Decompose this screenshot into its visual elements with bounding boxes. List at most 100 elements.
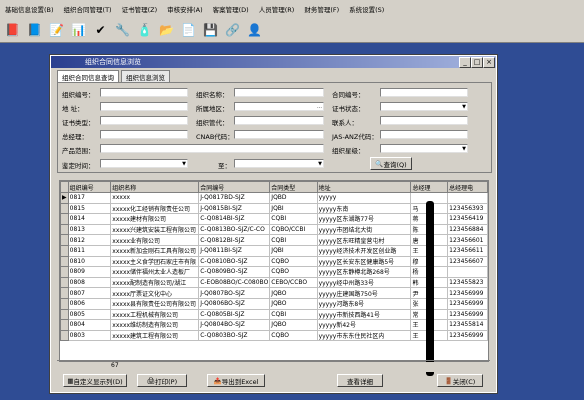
table-cell: C-Q0812BI-SJZ xyxy=(198,234,271,246)
cert-type-input[interactable] xyxy=(100,116,188,125)
query-form: 组织编号： 组织名称： 合同编号： 地 址： 所属地区： … 证书状态： ▼ 证… xyxy=(57,82,492,173)
org-manager-input[interactable] xyxy=(234,116,324,125)
view-detail-button[interactable]: 查看详细 xyxy=(337,374,383,387)
table-row[interactable]: 0815 xxxxx化工经销有限责任公司 J-Q0815BI-SJZ JQBI yyyy… xyxy=(60,202,488,215)
contract-no-label: 合同编号： xyxy=(332,91,365,99)
menu-item-6[interactable]: 财务管理(F) xyxy=(299,4,344,14)
close-window-button[interactable]: × xyxy=(483,57,495,68)
query-button[interactable]: 🔍 查询(Q) xyxy=(370,157,412,170)
org-name-input[interactable] xyxy=(234,88,324,97)
table-cell: CEBO/CCBO xyxy=(269,277,318,289)
table-cell: 123456419 xyxy=(447,213,488,225)
menu-item-4[interactable]: 客案管理(D) xyxy=(208,4,254,14)
table-cell: 0812 xyxy=(68,234,112,246)
table-row[interactable]: 0813 xxxxx兴建筑安装工程有限公司 C-Q0813BO-SJZ/C-CO CQ… xyxy=(60,223,488,236)
contract-no-input[interactable] xyxy=(380,88,468,97)
sign-time-from[interactable]: ▼ xyxy=(100,159,188,168)
table-cell: 0810 xyxy=(68,256,112,268)
address-input[interactable] xyxy=(100,102,188,111)
table-row[interactable]: 0805 xxxxx工程机械有限公司 C-Q0805BI-SJZ CQBI yyyyy市… xyxy=(60,308,488,321)
menu-item-5[interactable]: 人员管理(R) xyxy=(254,4,300,14)
jas-code-input[interactable] xyxy=(380,130,468,139)
toolbar-save-icon[interactable]: 💾 xyxy=(201,20,220,40)
contact-input[interactable] xyxy=(380,116,468,125)
toolbar-bottle-icon[interactable]: 🧴 xyxy=(135,20,154,40)
org-no-input[interactable] xyxy=(100,88,188,97)
toolbar-contract-icon[interactable]: 📕 xyxy=(3,20,22,40)
table-cell: 123456999 xyxy=(447,298,488,310)
sign-time-to[interactable]: ▼ xyxy=(234,159,324,168)
contract-table: 组织编号 组织名称 合同编号 合同类型 地址 总经理 总经理电 ▶ 0817 xxxxx J-Q0… xyxy=(60,181,488,342)
toolbar-tools-icon[interactable]: 🔧 xyxy=(113,20,132,40)
print-button[interactable]: 🖨 打印(P) xyxy=(137,374,187,387)
menu-item-3[interactable]: 审核安排(A) xyxy=(162,4,208,14)
toolbar-folder-icon[interactable]: 📂 xyxy=(157,20,176,40)
column-header[interactable]: 总经理 xyxy=(410,181,449,193)
column-header[interactable]: 合同类型 xyxy=(269,181,318,193)
export-excel-button[interactable]: 📤 导出到Excel xyxy=(207,374,265,387)
table-cell: J-Q0806BO-SJZ xyxy=(198,298,271,310)
table-cell: C-Q0809BO-SJZ xyxy=(198,266,271,278)
table-row[interactable]: 0810 xxxxx主义食学团石家庄市有限 C-Q0810BO-SJZ CQBO yyy… xyxy=(60,255,488,268)
chevron-down-icon[interactable]: ▼ xyxy=(462,145,466,153)
table-row[interactable]: ▶ 0817 xxxxx J-Q0817BD-SJZ JQBD yyyyy xyxy=(60,192,488,204)
toolbar-edit-icon[interactable]: 📝 xyxy=(47,20,66,40)
menu-item-2[interactable]: 证书管理(Z) xyxy=(117,4,163,14)
toolbar-check-icon[interactable]: ✔ xyxy=(91,20,110,40)
table-cell: C-Q0814BI-SJZ xyxy=(198,213,271,225)
table-cell: yyyyy市团结北大街 xyxy=(317,224,412,236)
table-row[interactable]: 0809 xxxxx储伴福州太业人造板厂 C-Q0809BO-SJZ CQBO yyyy… xyxy=(60,266,488,278)
toolbar-chart-icon[interactable]: 📊 xyxy=(69,20,88,40)
table-row[interactable]: 0814 xxxxx建材有限公司 C-Q0814BI-SJZ CQBI yyyyy区东湖… xyxy=(60,213,488,225)
product-scope-input[interactable] xyxy=(100,144,324,153)
table-cell: xxxxx兴建筑安装工程有限公司 xyxy=(110,224,200,236)
table-cell: xxxxx业有限公司 xyxy=(110,234,200,246)
column-header[interactable]: 组织编号 xyxy=(67,181,112,193)
window-title: 组织合同信息浏览 xyxy=(85,58,141,66)
row-pointer xyxy=(60,297,69,310)
ellipsis-icon[interactable]: … xyxy=(317,103,322,111)
bottom-button-bar: ▦ 自定义显示列(D) 🖨 打印(P) 📤 导出到Excel 查看详细 🚪 关闭(C) xyxy=(57,360,490,389)
row-pointer-header xyxy=(60,181,69,193)
menu-item-7[interactable]: 系统设置(S) xyxy=(344,4,389,14)
cert-status-select[interactable]: ▼ xyxy=(380,102,468,111)
table-cell: yyyyy河路东8号 xyxy=(317,298,412,310)
column-header[interactable]: 地址 xyxy=(316,181,412,193)
table-row[interactable]: 0804 xxxxx维纺制造有限公司 J-Q0804BO-SJZ JQBO yyyyy新… xyxy=(60,319,488,331)
minimize-button[interactable]: _ xyxy=(459,57,471,68)
table-row[interactable]: 0811 xxxxx新加金刚石工具有限公司 J-Q0811BI-SJZ JQBI yyy… xyxy=(60,244,488,257)
close-button[interactable]: 🚪 关闭(C) xyxy=(437,374,483,387)
row-pointer xyxy=(60,266,69,278)
toolbar-link-icon[interactable]: 🔗 xyxy=(223,20,242,40)
cnab-code-input[interactable] xyxy=(234,130,324,139)
maximize-button[interactable]: □ xyxy=(471,57,483,68)
sign-time-label: 鉴定时间： xyxy=(62,162,95,170)
table-cell: C-Q0803BO-SJZ xyxy=(198,330,271,342)
toolbar-book-icon[interactable]: 📘 xyxy=(25,20,44,40)
menu-item-1[interactable]: 组织合同管理(T) xyxy=(59,4,117,14)
region-input[interactable]: … xyxy=(234,102,324,111)
column-header[interactable]: 组织名称 xyxy=(110,181,200,193)
table-cell: JQBD xyxy=(269,192,318,204)
column-header[interactable]: 总经理电 xyxy=(447,181,488,193)
chevron-down-icon[interactable]: ▼ xyxy=(318,160,322,168)
table-row[interactable]: 0807 xxxxx厅票证文化中心 J-Q0807BO-SJZ JQBO yyyyy庄建… xyxy=(60,287,488,299)
toolbar-user-icon[interactable]: 👤 xyxy=(245,20,264,40)
cert-status-label: 证书状态： xyxy=(332,105,365,113)
column-header[interactable]: 合同编号 xyxy=(198,181,271,193)
table-cell: yyyyy市东东住民社区内 xyxy=(317,330,412,342)
chevron-down-icon[interactable]: ▼ xyxy=(462,103,466,111)
table-row[interactable]: 0803 xxxxx建筑工程有限公司 C-Q0803BO-SJZ CQBO yyyyy市… xyxy=(60,329,488,342)
table-cell: yyyyy经济技术开发区创业路 xyxy=(317,245,412,257)
general-manager-input[interactable] xyxy=(100,130,188,139)
table-row[interactable]: 0806 xxxxx县有限责任公司有限公司 J-Q0806BO-SJZ JQBO yyy… xyxy=(60,297,488,310)
chevron-down-icon[interactable]: ▼ xyxy=(182,160,186,168)
table-cell: 123456999 xyxy=(447,330,488,342)
org-star-select[interactable]: ▼ xyxy=(380,144,468,153)
menu-item-0[interactable]: 基础信息设置(B) xyxy=(0,4,59,14)
table-row[interactable]: 0808 xxxxx配制造有限公司/湖江 C-EOB08BO/C-C080BO CEB… xyxy=(60,276,488,289)
contract-grid[interactable]: 组织编号 组织名称 合同编号 合同类型 地址 总经理 总经理电 ▶ 0817 xxxxx J-Q0… xyxy=(59,180,489,362)
custom-columns-button[interactable]: ▦ 自定义显示列(D) xyxy=(63,374,127,387)
toolbar-doc-icon[interactable]: 📄 xyxy=(179,20,198,40)
table-row[interactable]: 0812 xxxxx业有限公司 C-Q0812BI-SJZ CQBI yyyyy区东旺精… xyxy=(60,234,488,246)
